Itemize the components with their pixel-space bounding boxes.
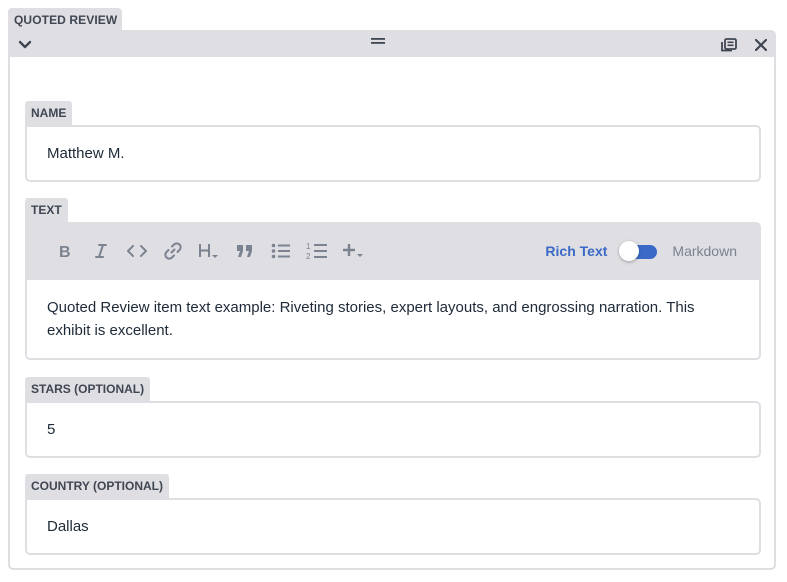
bold-icon[interactable]: B [47,233,83,269]
text-editor-body[interactable]: Quoted Review item text example: Rivetin… [25,280,761,360]
svg-text:B: B [59,244,71,259]
country-field: COUNTRY (OPTIONAL) Dallas [25,474,761,555]
stars-value: 5 [47,421,56,438]
close-icon[interactable] [750,32,772,57]
markdown-label[interactable]: Markdown [672,243,737,259]
widget-title-tab: QUOTED REVIEW [8,8,122,32]
mode-toggle[interactable] [619,241,658,261]
numbered-list-icon[interactable]: 12 [299,233,335,269]
quote-icon[interactable] [227,233,263,269]
svg-text:2: 2 [306,252,311,260]
stars-field: STARS (OPTIONAL) 5 [25,377,761,458]
bulleted-list-icon[interactable] [263,233,299,269]
stars-label: STARS (OPTIONAL) [25,377,151,401]
country-value: Dallas [47,518,89,535]
text-value: Quoted Review item text example: Rivetin… [47,299,695,339]
country-label: COUNTRY (OPTIONAL) [25,474,169,498]
drag-handle-icon[interactable] [368,32,388,50]
italic-icon[interactable] [83,233,119,269]
chevron-down-icon[interactable] [15,32,35,57]
duplicate-icon[interactable] [718,32,740,57]
widget-top-bar [10,32,774,57]
code-icon[interactable] [119,233,155,269]
name-label: NAME [25,101,73,125]
editor-toolbar: B 12 Rich Text Markdown [25,222,761,280]
name-input[interactable]: Matthew M. [25,125,761,182]
stars-input[interactable]: 5 [25,401,761,458]
link-icon[interactable] [155,233,191,269]
name-value: Matthew M. [47,145,125,162]
text-field: TEXT B 12 Rich Text Markdown Quoted Revi… [25,198,761,360]
name-field: NAME Matthew M. [25,101,761,182]
text-label: TEXT [25,198,68,222]
quoted-review-widget: NAME Matthew M. TEXT B 1 2 Rich Text Mar… [8,30,776,570]
svg-text:1: 1 [306,242,311,251]
add-component-icon[interactable] [335,233,371,269]
editor-mode-switch: Rich Text Markdown [545,241,737,261]
rich-text-label[interactable]: Rich Text [545,243,607,259]
country-input[interactable]: Dallas [25,498,761,555]
heading-icon[interactable] [191,233,227,269]
